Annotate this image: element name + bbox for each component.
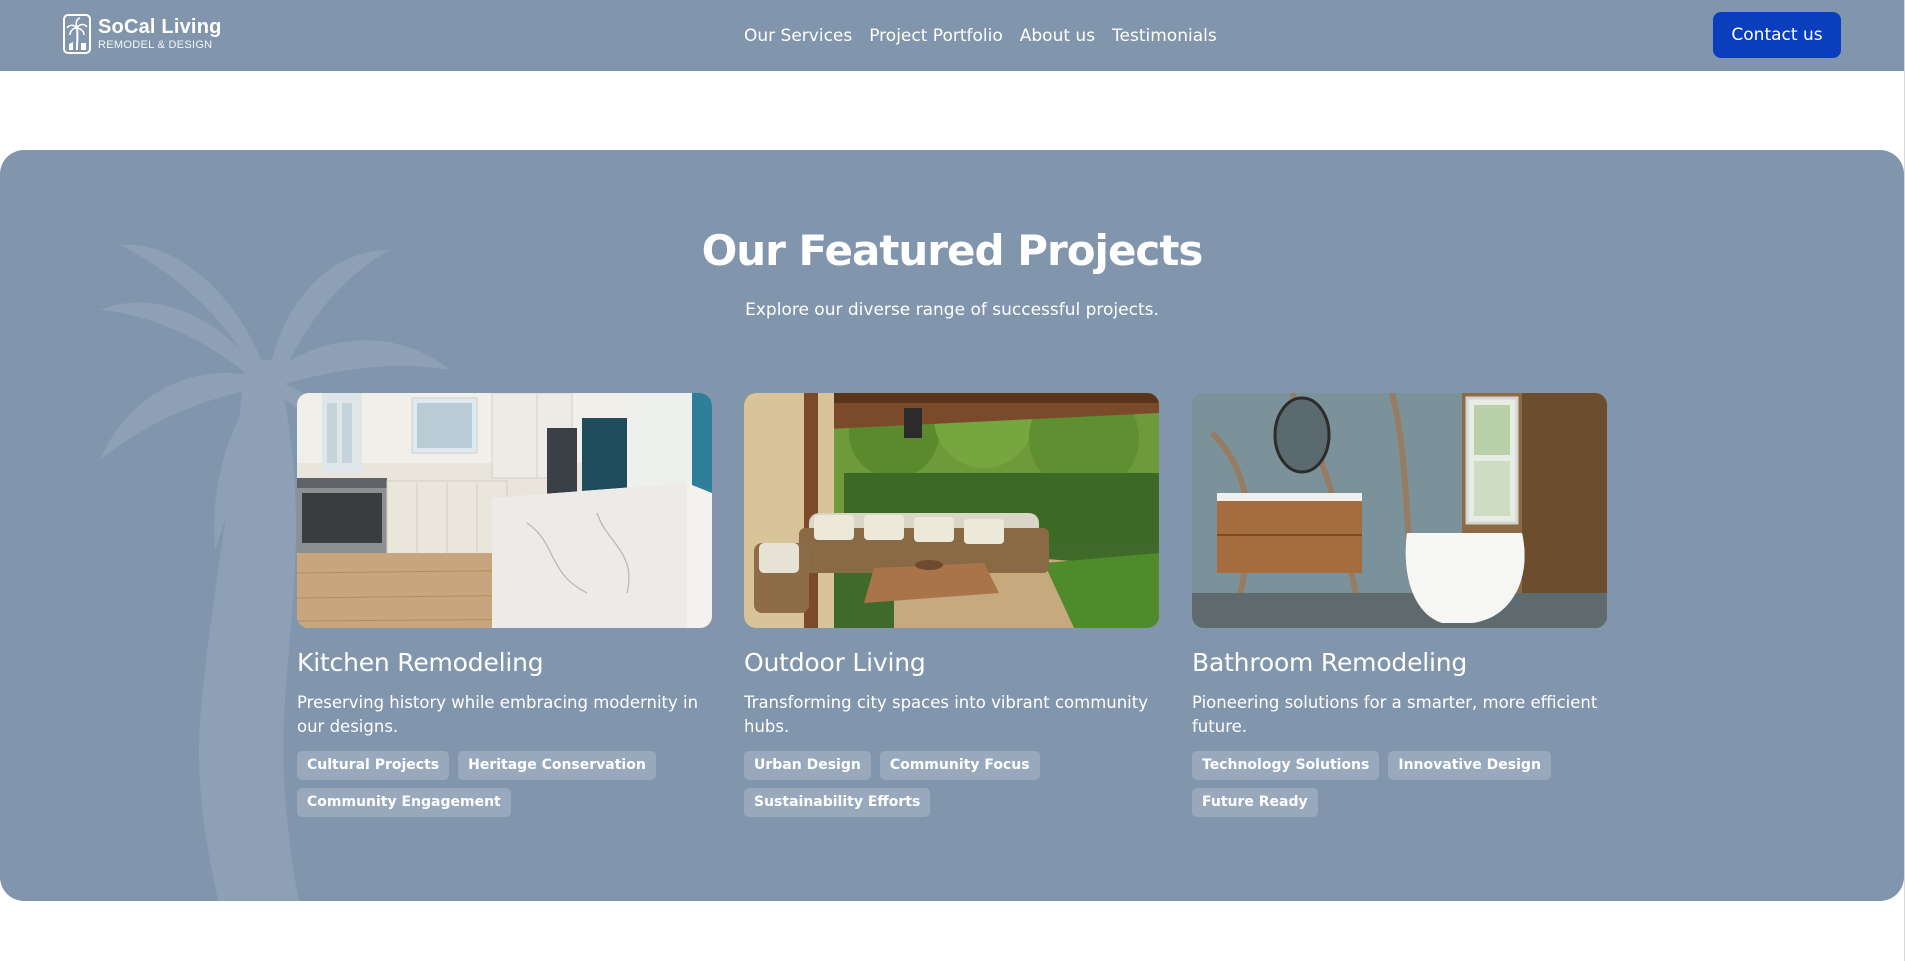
- logo-tagline: REMODEL & DESIGN: [98, 39, 213, 51]
- kitchen-image: [297, 393, 712, 628]
- section-subtitle: Explore our diverse range of successful …: [745, 300, 1159, 320]
- tag-list: Cultural Projects Heritage Conservation …: [297, 751, 712, 817]
- outdoor-image: [744, 393, 1159, 628]
- main-nav: Our Services Project Portfolio About us …: [744, 0, 1217, 71]
- site-header: SoCal Living REMODEL & DESIGN Our Servic…: [0, 0, 1905, 71]
- tag[interactable]: Sustainability Efforts: [744, 788, 931, 817]
- nav-our-services[interactable]: Our Services: [744, 26, 852, 46]
- tag[interactable]: Innovative Design: [1388, 751, 1551, 780]
- project-description: Pioneering solutions for a smarter, more…: [1192, 693, 1598, 736]
- project-description: Transforming city spaces into vibrant co…: [744, 693, 1149, 736]
- tag[interactable]: Urban Design: [744, 751, 871, 780]
- tag[interactable]: Community Focus: [879, 751, 1040, 780]
- nav-project-portfolio[interactable]: Project Portfolio: [869, 26, 1003, 46]
- tag[interactable]: Future Ready: [1192, 788, 1318, 817]
- project-card-kitchen[interactable]: Kitchen Remodeling Preserving history wh…: [297, 393, 712, 817]
- palm-tree-icon: [63, 14, 91, 54]
- featured-projects-section: Our Featured Projects Explore our divers…: [0, 150, 1904, 901]
- tag-list: Technology Solutions Innovative Design F…: [1192, 751, 1607, 817]
- nav-about-us[interactable]: About us: [1020, 26, 1095, 46]
- nav-testimonials[interactable]: Testimonials: [1112, 26, 1217, 46]
- project-description: Preserving history while embracing moder…: [297, 693, 699, 736]
- contact-us-button[interactable]: Contact us: [1713, 12, 1841, 58]
- tag-list: Urban Design Community Focus Sustainabil…: [744, 751, 1159, 817]
- logo[interactable]: SoCal Living REMODEL & DESIGN: [63, 14, 222, 54]
- logo-name: SoCal Living: [98, 16, 222, 38]
- tag[interactable]: Heritage Conservation: [458, 751, 656, 780]
- project-title: Bathroom Remodeling: [1192, 648, 1468, 677]
- section-title: Our Featured Projects: [701, 226, 1204, 275]
- tag[interactable]: Community Engagement: [297, 788, 511, 817]
- project-title: Kitchen Remodeling: [297, 648, 544, 677]
- bathroom-image: [1192, 393, 1607, 628]
- tag[interactable]: Technology Solutions: [1192, 751, 1380, 780]
- project-card-bathroom[interactable]: Bathroom Remodeling Pioneering solutions…: [1192, 393, 1607, 817]
- project-title: Outdoor Living: [744, 648, 926, 677]
- project-card-outdoor[interactable]: Outdoor Living Transforming city spaces …: [744, 393, 1159, 817]
- tag[interactable]: Cultural Projects: [297, 751, 450, 780]
